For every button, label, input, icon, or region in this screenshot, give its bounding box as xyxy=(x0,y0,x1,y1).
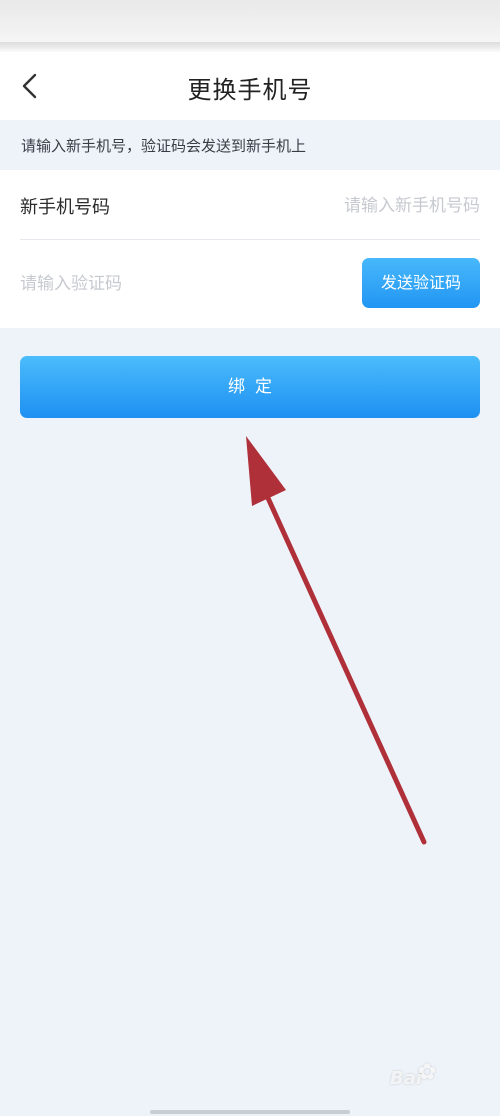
code-row: 发送验证码 xyxy=(20,250,480,318)
paw-icon: ✿ xyxy=(418,1060,437,1085)
home-indicator xyxy=(150,1110,350,1114)
form-card: 新手机号码 发送验证码 xyxy=(0,170,500,328)
bind-button[interactable]: 绑定 xyxy=(20,356,480,418)
navigation-bar: 更换手机号 xyxy=(0,52,500,120)
notice-text: 请输入新手机号，验证码会发送到新手机上 xyxy=(0,120,500,170)
watermark: Bai ✿ xyxy=(360,1058,490,1098)
phone-change-screen: 更换手机号 请输入新手机号，验证码会发送到新手机上 新手机号码 发送验证码 绑定… xyxy=(0,0,500,1116)
phone-row: 新手机号码 xyxy=(20,172,480,240)
status-bar xyxy=(0,0,500,52)
verification-code-input[interactable] xyxy=(20,264,320,304)
page-title: 更换手机号 xyxy=(187,76,313,104)
phone-input[interactable] xyxy=(280,186,480,226)
send-code-button[interactable]: 发送验证码 xyxy=(362,258,480,308)
phone-label: 新手机号码 xyxy=(20,197,110,218)
